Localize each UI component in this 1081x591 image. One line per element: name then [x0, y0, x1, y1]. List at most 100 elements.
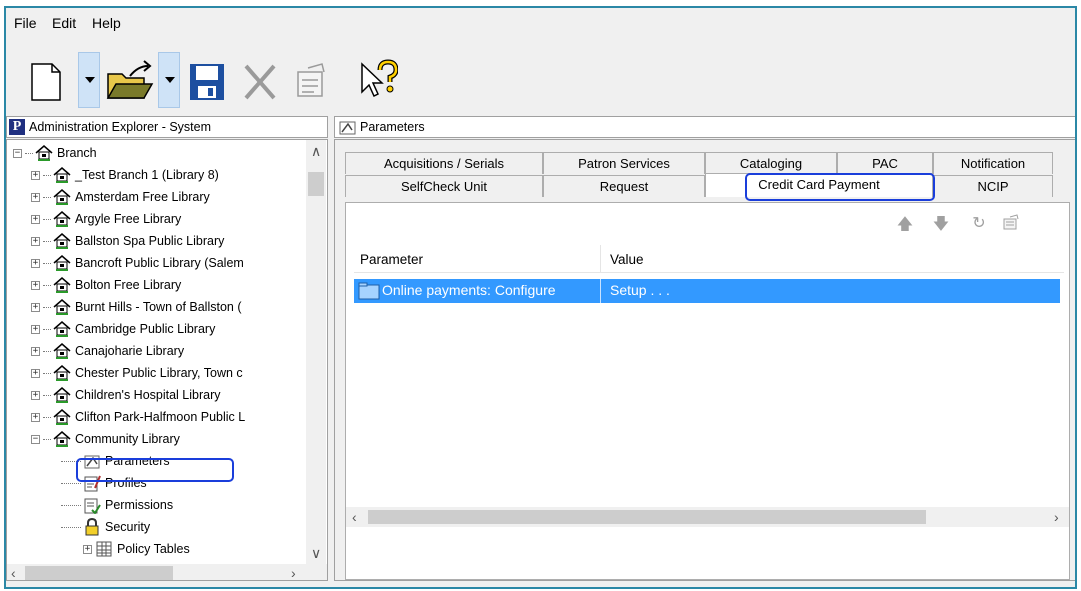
menu-bar: File Edit Help: [6, 8, 1075, 38]
tab-request[interactable]: Request: [543, 175, 705, 197]
expand-icon[interactable]: +: [31, 412, 40, 422]
branch-house-icon: [53, 431, 71, 447]
new-dropdown-arrow[interactable]: [78, 52, 100, 108]
expand-icon[interactable]: +: [31, 258, 40, 268]
expand-icon[interactable]: +: [31, 302, 40, 312]
tree-item-library[interactable]: + Amsterdam Free Library: [31, 186, 210, 208]
branch-house-icon: [53, 365, 71, 381]
tree-item-policy-tables[interactable]: + Policy Tables: [83, 538, 190, 560]
scroll-left-icon[interactable]: ‹: [352, 510, 357, 524]
expand-icon[interactable]: +: [31, 236, 40, 246]
scroll-right-icon[interactable]: ›: [291, 566, 296, 580]
save-icon[interactable]: [186, 52, 230, 108]
tree-item-library[interactable]: + Argyle Free Library: [31, 208, 181, 230]
grid-header: Parameter Value: [354, 245, 1064, 273]
properties-icon[interactable]: [1000, 213, 1022, 236]
tree-vertical-scrollbar[interactable]: ∧ ∨: [306, 140, 326, 564]
toolbar: [6, 38, 1075, 116]
branch-house-icon: [53, 277, 71, 293]
expand-icon[interactable]: +: [83, 544, 92, 554]
properties-icon[interactable]: [290, 52, 330, 108]
move-down-icon[interactable]: 🡇: [930, 213, 952, 240]
application-window: File Edit Help P Administration Explorer…: [4, 6, 1077, 589]
branch-house-icon: [53, 387, 71, 403]
expand-icon[interactable]: +: [31, 390, 40, 400]
lock-icon: [85, 518, 99, 536]
expand-icon[interactable]: +: [31, 214, 40, 224]
tree-item-library[interactable]: + Bancroft Public Library (Salem: [31, 252, 244, 274]
branch-house-icon: [53, 167, 71, 183]
branch-house-icon: [53, 211, 71, 227]
tab-notification[interactable]: Notification: [933, 152, 1053, 174]
scroll-thumb[interactable]: [308, 172, 324, 196]
cell-value[interactable]: Setup . . .: [610, 282, 670, 298]
parameters-icon: [339, 121, 356, 135]
new-document-icon[interactable]: [26, 52, 66, 108]
tree-item-library[interactable]: + Canajoharie Library: [31, 340, 184, 362]
explorer-title-bar: P Administration Explorer - System: [6, 116, 328, 138]
expand-icon[interactable]: +: [31, 280, 40, 290]
expand-icon[interactable]: +: [31, 346, 40, 356]
collapse-icon[interactable]: −: [31, 434, 40, 444]
branch-house-icon: [53, 255, 71, 271]
tree-item-permissions[interactable]: Permissions: [61, 494, 173, 516]
expand-icon[interactable]: +: [31, 192, 40, 202]
tree-item-library[interactable]: + Children's Hospital Library: [31, 384, 221, 406]
expand-icon[interactable]: +: [31, 368, 40, 378]
open-folder-icon[interactable]: [104, 52, 156, 108]
folder-card-icon: [358, 282, 380, 300]
help-pointer-icon[interactable]: [358, 52, 398, 108]
tab-patron-services[interactable]: Patron Services: [543, 152, 705, 174]
menu-help[interactable]: Help: [90, 15, 123, 31]
tab-pac[interactable]: PAC: [837, 152, 933, 174]
branch-house-icon: [53, 299, 71, 315]
scroll-right-icon[interactable]: ›: [1054, 510, 1059, 524]
polaris-logo-icon: P: [9, 119, 25, 135]
scroll-down-icon[interactable]: ∨: [311, 546, 321, 560]
tab-acquisitions-serials[interactable]: Acquisitions / Serials: [345, 152, 543, 174]
expand-icon[interactable]: +: [31, 170, 40, 180]
tree-item-library[interactable]: + Ballston Spa Public Library: [31, 230, 224, 252]
tree-item-security[interactable]: Security: [61, 516, 150, 538]
tree-item-community-library[interactable]: − Community Library: [31, 428, 180, 450]
tree-item-library[interactable]: + _Test Branch 1 (Library 8): [31, 164, 219, 186]
tree-item-library[interactable]: + Clifton Park-Halfmoon Public L: [31, 406, 245, 428]
column-header-value[interactable]: Value: [610, 252, 644, 267]
table-row[interactable]: Online payments: Configure Setup . . .: [354, 279, 1060, 303]
tree-horizontal-scrollbar[interactable]: ‹ ›: [7, 564, 327, 580]
collapse-icon[interactable]: −: [13, 148, 22, 158]
column-header-parameter[interactable]: Parameter: [360, 252, 423, 267]
tab-ncip[interactable]: NCIP: [933, 175, 1053, 197]
branch-house-icon: [35, 145, 53, 161]
scroll-thumb[interactable]: [25, 566, 173, 580]
permissions-icon: [84, 498, 101, 514]
tab-content: 🡅 🡇 ↻ Parameter Value Online payments: C…: [345, 202, 1070, 580]
cell-parameter: Online payments: Configure: [382, 282, 556, 298]
parameters-title: Parameters: [360, 120, 425, 134]
scroll-left-icon[interactable]: ‹: [11, 566, 16, 580]
tree-item-branch[interactable]: − Branch: [13, 142, 97, 164]
scroll-thumb[interactable]: [368, 510, 926, 524]
delete-icon[interactable]: [238, 52, 282, 108]
tab-selfcheck-unit[interactable]: SelfCheck Unit: [345, 175, 543, 197]
menu-edit[interactable]: Edit: [50, 15, 78, 31]
table-icon: [96, 541, 112, 557]
tree-item-library[interactable]: + Chester Public Library, Town c: [31, 362, 243, 384]
grid-horizontal-scrollbar[interactable]: ‹ ›: [346, 507, 1069, 527]
tree-item-library[interactable]: + Cambridge Public Library: [31, 318, 215, 340]
move-up-icon[interactable]: 🡅: [894, 213, 916, 240]
tree-item-library[interactable]: + Bolton Free Library: [31, 274, 181, 296]
tab-cataloging[interactable]: Cataloging: [705, 152, 837, 174]
refresh-icon[interactable]: ↻: [968, 213, 990, 233]
tree-item-library[interactable]: + Burnt Hills - Town of Ballston (: [31, 296, 242, 318]
parameters-highlight: [76, 458, 234, 482]
credit-card-tab-highlight: [745, 173, 935, 201]
open-dropdown-arrow[interactable]: [158, 52, 180, 108]
branch-house-icon: [53, 321, 71, 337]
branch-house-icon: [53, 343, 71, 359]
menu-file[interactable]: File: [12, 15, 39, 31]
explorer-tree: − Branch + _Test Branch 1 (Library 8) + Am…: [6, 139, 328, 581]
expand-icon[interactable]: +: [31, 324, 40, 334]
parameters-panel: Acquisitions / Serials Patron Services C…: [334, 139, 1075, 581]
scroll-up-icon[interactable]: ∧: [311, 144, 321, 158]
